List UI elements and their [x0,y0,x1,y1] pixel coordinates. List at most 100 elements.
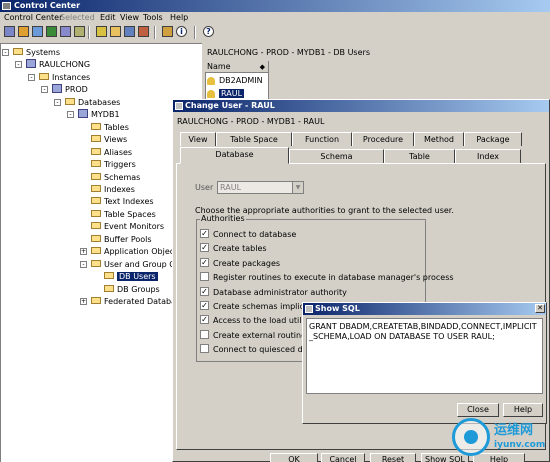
checkbox-checked[interactable]: ✓ [200,257,209,267]
tree-item-prod[interactable]: - PROD [41,84,88,96]
user-name: RAUL [219,89,245,98]
license-icon[interactable] [96,26,107,37]
toolbar-separator [194,26,196,39]
tree-item-instances[interactable]: - Instances [28,72,91,84]
tab-database[interactable]: Database [180,147,289,164]
tab-package[interactable]: Package [464,132,522,146]
folder-icon [13,48,23,55]
name-column-header[interactable]: Name ◆ [205,61,269,73]
tree-item-indexes[interactable]: Indexes [91,184,135,196]
collapse-icon[interactable]: - [67,111,74,119]
tree-item-schemas[interactable]: Schemas [91,172,140,184]
checkbox-checked[interactable]: ✓ [200,243,209,253]
health-center-icon[interactable] [124,26,135,37]
menu-control-center[interactable]: Control Center [4,13,62,22]
database-object-icon [26,59,36,69]
authority-database-administrator-authority[interactable]: ✓ Database administrator authority [200,286,347,298]
chevron-down-icon[interactable]: ▼ [292,182,303,193]
close-button[interactable]: Close [457,403,499,417]
tab-schema[interactable]: Schema [289,149,384,163]
control-center-icon[interactable] [4,26,15,37]
tree-item-mydb1[interactable]: - MYDB1 [67,109,120,121]
collapse-icon[interactable]: - [15,61,22,69]
close-icon[interactable]: ✕ [535,304,545,313]
checkbox-checked[interactable]: ✓ [200,315,209,325]
authority-access-to-the-load-utility[interactable]: ✓ Access to the load utility [200,315,312,326]
cancel-button[interactable]: Cancel [321,453,365,462]
change-user-dialog-title: Change User - RAUL [185,101,275,110]
tree-item-aliases[interactable]: Aliases [91,147,132,159]
name-column-label: Name [207,62,231,71]
tree-item-event-monitors[interactable]: Event Monitors [91,221,164,233]
authority-register-routines-to-execute-in-database-manager-s-process[interactable]: Register routines to execute in database… [200,272,454,283]
authority-connect-to-database[interactable]: ✓ Connect to database [200,229,296,240]
menu-help[interactable]: Help [170,13,188,22]
user-select[interactable]: RAUL ▼ [217,181,304,194]
checkbox-unchecked[interactable] [200,329,209,339]
tab-procedure[interactable]: Procedure [352,132,414,146]
replication-icon[interactable] [18,26,29,37]
show-sql-dialog-title-bar[interactable]: Show SQL [303,303,546,315]
checkbox-unchecked[interactable] [200,344,209,354]
tab-view[interactable]: View [180,132,216,146]
folder-icon [91,172,101,180]
expand-icon[interactable]: + [80,298,87,305]
tree-item-raulchong[interactable]: - RAULCHONG [15,59,90,71]
contacts-icon[interactable] [162,26,173,37]
tree-item-table-spaces[interactable]: Table Spaces [91,209,156,221]
user-list-item[interactable]: DB2ADMIN [207,75,263,86]
checkbox-checked[interactable]: ✓ [200,301,209,310]
authority-create-schemas-implicitly[interactable]: ✓ Create schemas implicitly [200,301,316,312]
command-center-icon[interactable] [46,26,57,37]
menu-edit[interactable]: Edit [100,13,116,22]
tab-index[interactable]: Index [455,149,521,163]
journal-icon[interactable] [74,26,85,37]
menu-tools[interactable]: Tools [143,13,163,22]
collapse-icon[interactable]: - [2,49,9,56]
tab-function[interactable]: Function [292,132,352,146]
tree-item-text-indexes[interactable]: Text Indexes [91,196,154,208]
sql-help-button[interactable]: Help [503,403,543,417]
dev-center-icon[interactable] [110,26,121,37]
ok-button[interactable]: OK [270,453,318,462]
collapse-icon[interactable]: - [28,73,35,81]
task-center-icon[interactable] [60,26,71,37]
tree-item-triggers[interactable]: Triggers [91,159,136,171]
checkbox-checked[interactable]: ✓ [200,286,209,296]
authority-create-packages[interactable]: ✓ Create packages [200,257,280,269]
info-icon[interactable]: i [176,26,187,37]
tree-item-label: Buffer Pools [104,234,152,244]
collapse-icon[interactable]: - [80,260,87,268]
tree-item-db-groups[interactable]: DB Groups [104,284,160,296]
reset-button[interactable]: Reset [370,453,416,462]
tree-item-tables[interactable]: Tables [91,122,129,134]
tab-table[interactable]: Table [384,149,455,163]
tree-item-application-objects[interactable]: + Application Objects [80,246,181,258]
satellite-icon[interactable] [32,26,43,37]
menu-view[interactable]: View [120,13,139,22]
folder-icon [91,184,101,192]
tree-item-systems[interactable]: - Systems [2,47,60,59]
authority-create-external-routines[interactable]: Create external routines [200,329,310,341]
tree-item-db-users[interactable]: DB Users [104,271,158,283]
sql-text-area[interactable]: GRANT DBADM,CREATETAB,BINDADD,CONNECT,IM… [306,318,543,394]
tree-item-views[interactable]: Views [91,134,127,146]
collapse-icon[interactable]: - [41,86,48,94]
authority-create-tables[interactable]: ✓ Create tables [200,243,267,254]
tree-item-databases[interactable]: - Databases [54,97,120,109]
expand-icon[interactable]: + [80,248,87,256]
window-title-bar[interactable]: Control Center [0,0,550,12]
tab-table-space[interactable]: Table Space [216,132,292,146]
help-icon[interactable]: ? [203,26,214,37]
configuration-icon[interactable] [138,26,149,37]
change-user-dialog-title-bar[interactable]: Change User - RAUL [173,100,549,112]
checkbox-unchecked[interactable] [200,272,209,282]
menu-selected[interactable]: Selected [60,13,95,22]
user-list-item[interactable]: RAUL [207,88,245,99]
user-name: DB2ADMIN [219,76,263,85]
tree-item-buffer-pools[interactable]: Buffer Pools [91,234,152,246]
collapse-icon[interactable]: - [54,98,61,106]
tab-method[interactable]: Method [414,132,464,146]
tree-item-label: Instances [52,72,91,82]
checkbox-checked[interactable]: ✓ [200,229,209,238]
